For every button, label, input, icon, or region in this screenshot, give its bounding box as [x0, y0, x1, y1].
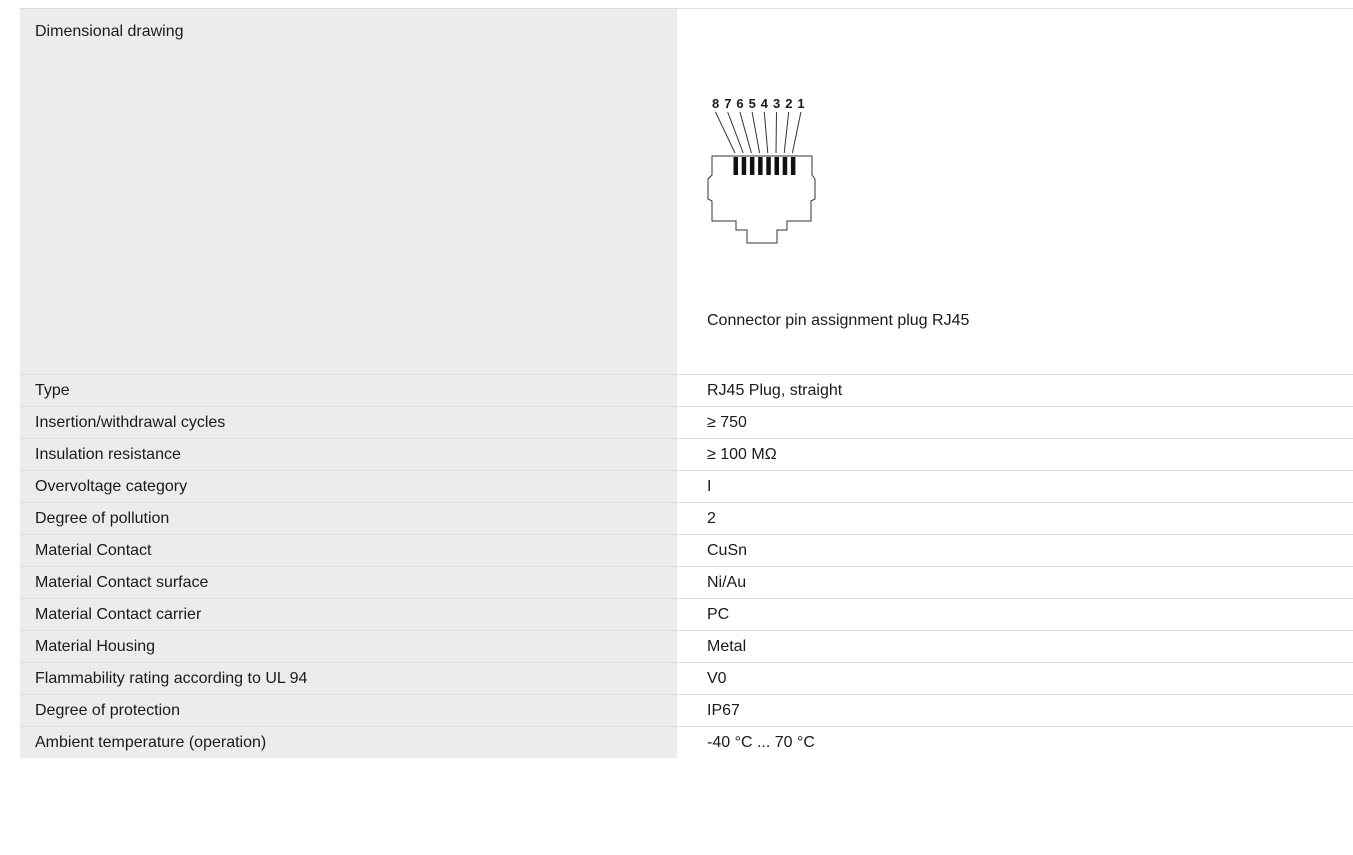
pin-leader-line [739, 111, 752, 154]
dimensional-drawing-cell: 87654321 Connector pin assignment plug R… [677, 9, 1353, 374]
pin-number-label: 4 [761, 97, 769, 111]
pin-contact [782, 157, 788, 175]
spec-label: Insulation resistance [20, 439, 677, 470]
spec-row: Material Contact surface Ni/Au [20, 567, 1353, 599]
spec-value: CuSn [707, 542, 748, 559]
pin-contact [766, 157, 771, 175]
pin-contact [749, 157, 755, 175]
pin-leader-line [715, 111, 736, 154]
pin-number-labels: 87654321 [712, 97, 805, 111]
spec-row: Material Contact carrier PC [20, 599, 1353, 631]
spec-row: Insertion/withdrawal cycles ≥ 750 [20, 407, 1353, 439]
spec-row: Material Housing Metal [20, 631, 1353, 663]
dimensional-drawing-row: Dimensional drawing 87654321 Connector p… [20, 9, 1353, 375]
spec-row: Type RJ45 Plug, straight [20, 375, 1353, 407]
spec-label: Material Contact surface [20, 567, 677, 598]
spec-table: Dimensional drawing 87654321 Connector p… [20, 8, 1353, 758]
spec-row: Overvoltage category I [20, 471, 1353, 503]
spec-row: Insulation resistance ≥ 100 MΩ [20, 439, 1353, 471]
spec-row: Degree of pollution 2 [20, 503, 1353, 535]
spec-value: -40 °C ... 70 °C [707, 734, 815, 751]
pin-number-label: 8 [712, 97, 719, 111]
spec-row: Material Contact CuSn [20, 535, 1353, 567]
pin-number-label: 5 [749, 97, 756, 111]
pin-leader-lines [715, 111, 802, 154]
spec-value: RJ45 Plug, straight [707, 382, 843, 399]
spec-value: Ni/Au [707, 574, 747, 591]
spec-label: Overvoltage category [20, 471, 677, 502]
spec-label: Type [20, 375, 677, 406]
spec-label: Material Contact carrier [20, 599, 677, 630]
rj45-pin-assignment-drawing: 87654321 [707, 97, 816, 244]
pin-number-label: 2 [785, 97, 792, 111]
pin-number-label: 7 [724, 97, 731, 111]
spec-label: Flammability rating according to UL 94 [20, 663, 677, 694]
spec-value: IP67 [707, 702, 740, 719]
pin-leader-line [751, 111, 761, 154]
pin-leader-line [783, 111, 790, 154]
pin-contact [790, 157, 796, 175]
pin-number-label: 1 [797, 97, 804, 111]
spec-value: ≥ 100 MΩ [707, 446, 777, 463]
drawing-caption: Connector pin assignment plug RJ45 [707, 312, 970, 329]
spec-value: Metal [707, 638, 747, 655]
pin-contact [741, 157, 747, 175]
dimensional-drawing-label: Dimensional drawing [20, 9, 677, 374]
pin-number-label: 3 [773, 97, 780, 111]
pin-contact [733, 157, 738, 175]
spec-label: Degree of protection [20, 695, 677, 726]
pin-contacts [733, 157, 796, 175]
spec-value: PC [707, 606, 730, 623]
spec-label: Ambient temperature (operation) [20, 727, 677, 758]
spec-row: Ambient temperature (operation) -40 °C ..… [20, 727, 1353, 758]
pin-leader-line [791, 111, 802, 154]
spec-value: ≥ 750 [707, 414, 747, 431]
pin-contact [758, 157, 763, 175]
pin-leader-line [727, 111, 744, 154]
spec-label: Degree of pollution [20, 503, 677, 534]
pin-contact [774, 157, 779, 175]
pin-leader-line [763, 111, 769, 154]
pin-leader-line [775, 111, 777, 154]
spec-label: Material Housing [20, 631, 677, 662]
spec-value: 2 [707, 510, 716, 527]
pin-number-label: 6 [736, 97, 743, 111]
spec-row: Flammability rating according to UL 94 V0 [20, 663, 1353, 695]
spec-value: I [707, 478, 712, 495]
spec-value: V0 [707, 670, 727, 687]
spec-label: Material Contact [20, 535, 677, 566]
spec-label: Insertion/withdrawal cycles [20, 407, 677, 438]
spec-row: Degree of protection IP67 [20, 695, 1353, 727]
